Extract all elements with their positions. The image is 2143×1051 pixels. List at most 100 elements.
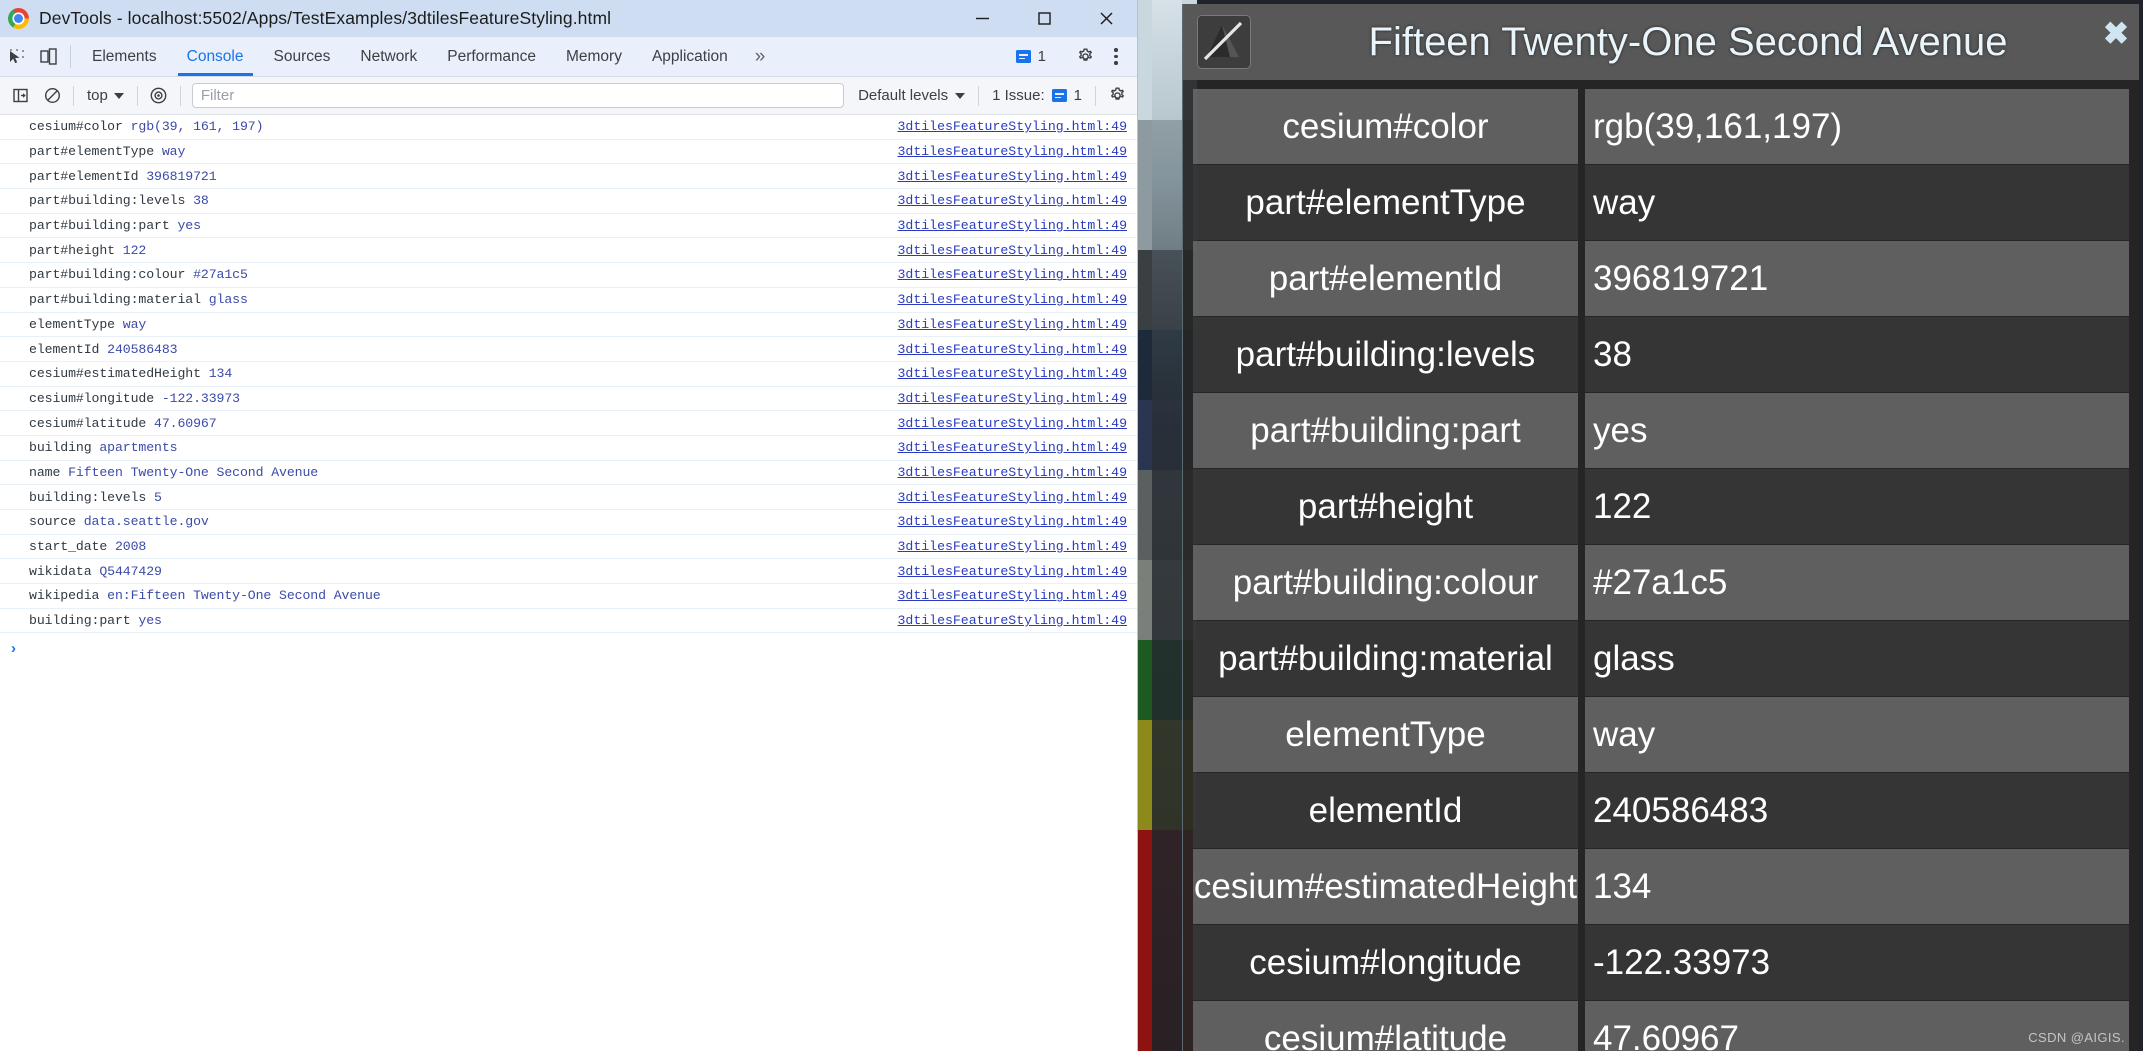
log-value: Fifteen Twenty-One Second Avenue — [68, 464, 319, 480]
kebab-dot — [1114, 48, 1118, 52]
console-log-row[interactable]: cesium#latitude 47.60967 3dtilesFeatureSt… — [0, 411, 1137, 436]
console-source-link[interactable]: 3dtilesFeatureStyling.html:49 — [898, 514, 1128, 529]
console-source-link[interactable]: 3dtilesFeatureStyling.html:49 — [898, 391, 1128, 406]
console-log-row[interactable]: part#elementId 396819721 3dtilesFeatureSt… — [0, 164, 1137, 190]
console-source-link[interactable]: 3dtilesFeatureStyling.html:49 — [898, 366, 1128, 381]
console-source-link[interactable]: 3dtilesFeatureStyling.html:49 — [898, 613, 1128, 628]
chevron-down-icon — [955, 92, 966, 99]
console-log-list[interactable]: cesium#color rgb(39, 161, 197) 3dtilesFea… — [0, 115, 1137, 1051]
log-value: #27a1c5 — [193, 267, 248, 283]
log-value: rgb(39, 161, 197) — [130, 119, 264, 135]
tab-performance[interactable]: Performance — [432, 37, 551, 76]
more-options-icon[interactable] — [1101, 48, 1131, 65]
console-log-row[interactable]: name Fifteen Twenty-One Second Avenue 3dt… — [0, 461, 1137, 486]
close-button[interactable] — [1075, 0, 1137, 37]
log-key: part#elementId — [29, 168, 147, 184]
issues-indicator[interactable]: 1 — [1006, 48, 1056, 65]
clear-console-icon[interactable] — [36, 81, 68, 111]
tab-sources[interactable]: Sources — [259, 37, 346, 76]
console-source-link[interactable]: 3dtilesFeatureStyling.html:49 — [898, 292, 1128, 307]
console-log-message: part#building:part yes — [29, 218, 201, 233]
more-tabs-icon[interactable]: » — [743, 37, 776, 76]
live-expression-eye-icon[interactable] — [143, 81, 175, 111]
console-log-row[interactable]: cesium#longitude -122.33973 3dtilesFeatur… — [0, 387, 1137, 412]
console-settings-gear-icon[interactable] — [1101, 81, 1133, 111]
feature-property-row: part#building:part yes — [1193, 393, 2129, 468]
filter-divider — [73, 85, 74, 106]
log-key: building:levels — [29, 489, 155, 505]
console-log-row[interactable]: building:levels 5 3dtilesFeatureStyling.h… — [0, 485, 1137, 510]
map-buildings-strip-overlay — [1152, 0, 1182, 1051]
console-log-row[interactable]: part#building:levels 38 3dtilesFeatureSty… — [0, 189, 1137, 214]
console-source-link[interactable]: 3dtilesFeatureStyling.html:49 — [898, 539, 1128, 554]
console-source-link[interactable]: 3dtilesFeatureStyling.html:49 — [898, 119, 1128, 134]
log-key: cesium#latitude — [29, 415, 155, 431]
tab-elements[interactable]: Elements — [77, 37, 172, 76]
tab-console[interactable]: Console — [172, 37, 259, 76]
console-log-row[interactable]: part#building:colour #27a1c5 3dtilesFeatu… — [0, 263, 1137, 288]
kebab-dot — [1114, 61, 1118, 65]
log-key: part#building:part — [29, 218, 178, 234]
info-panel-close-icon[interactable]: ✖ — [2103, 18, 2129, 49]
console-source-link[interactable]: 3dtilesFeatureStyling.html:49 — [898, 342, 1128, 357]
console-log-row[interactable]: building apartments 3dtilesFeatureStyling… — [0, 436, 1137, 461]
console-log-row[interactable]: cesium#estimatedHeight 134 3dtilesFeature… — [0, 362, 1137, 387]
inspect-element-icon[interactable] — [0, 37, 32, 76]
execution-context-selector[interactable]: top — [79, 87, 132, 104]
console-log-row[interactable]: part#height 122 3dtilesFeatureStyling.htm… — [0, 238, 1137, 264]
console-log-row[interactable]: wikidata Q5447429 3dtilesFeatureStyling.h… — [0, 559, 1137, 585]
console-source-link[interactable]: 3dtilesFeatureStyling.html:49 — [898, 267, 1128, 282]
log-key: wikidata — [29, 563, 100, 579]
log-key: elementId — [29, 341, 108, 357]
tab-application[interactable]: Application — [637, 37, 743, 76]
console-log-row[interactable]: source data.seattle.gov 3dtilesFeatureSty… — [0, 510, 1137, 535]
screen: DevTools - localhost:5502/Apps/TestExamp… — [0, 0, 2143, 1051]
feature-property-row: part#height 122 — [1193, 469, 2129, 544]
console-sidebar-toggle-icon[interactable] — [4, 81, 36, 111]
tab-bar-actions: 1 — [1006, 37, 1137, 76]
log-level-selector[interactable]: Default levels — [850, 87, 973, 104]
info-panel-title: Fifteen Twenty-One Second Avenue — [1368, 19, 2008, 64]
console-source-link[interactable]: 3dtilesFeatureStyling.html:49 — [898, 218, 1128, 233]
console-log-message: part#elementType way — [29, 144, 185, 159]
console-log-row[interactable]: elementType way 3dtilesFeatureStyling.htm… — [0, 313, 1137, 338]
console-log-row[interactable]: elementId 240586483 3dtilesFeatureStyling… — [0, 337, 1137, 362]
issues-count: 1 — [1037, 48, 1046, 65]
log-key: name — [29, 464, 69, 480]
tab-network[interactable]: Network — [345, 37, 432, 76]
console-source-link[interactable]: 3dtilesFeatureStyling.html:49 — [898, 193, 1128, 208]
console-source-link[interactable]: 3dtilesFeatureStyling.html:49 — [898, 588, 1128, 603]
tab-memory[interactable]: Memory — [551, 37, 637, 76]
console-log-row[interactable]: start_date 2008 3dtilesFeatureStyling.htm… — [0, 535, 1137, 560]
console-log-row[interactable]: wikipedia en:Fifteen Twenty-One Second A… — [0, 584, 1137, 609]
settings-gear-icon[interactable] — [1069, 46, 1101, 67]
console-source-link[interactable]: 3dtilesFeatureStyling.html:49 — [898, 144, 1128, 159]
console-log-message: part#building:material glass — [29, 292, 248, 307]
console-log-row[interactable]: cesium#color rgb(39, 161, 197) 3dtilesFea… — [0, 115, 1137, 140]
console-prompt-row[interactable]: › — [0, 633, 1137, 663]
feature-property-key: part#building:levels — [1193, 317, 1578, 392]
filter-divider-2 — [136, 85, 138, 106]
console-log-message: name Fifteen Twenty-One Second Avenue — [29, 465, 318, 480]
filter-input[interactable] — [191, 83, 845, 108]
feature-property-key: part#building:part — [1193, 393, 1578, 468]
console-source-link[interactable]: 3dtilesFeatureStyling.html:49 — [898, 243, 1128, 258]
console-log-message: start_date 2008 — [29, 539, 146, 554]
console-log-row[interactable]: part#building:part yes 3dtilesFeatureStyl… — [0, 214, 1137, 239]
console-source-link[interactable]: 3dtilesFeatureStyling.html:49 — [898, 564, 1128, 579]
console-source-link[interactable]: 3dtilesFeatureStyling.html:49 — [898, 490, 1128, 505]
log-value: way — [161, 144, 186, 160]
console-log-row[interactable]: building:part yes 3dtilesFeatureStyling.h… — [0, 609, 1137, 634]
device-toolbar-icon[interactable] — [32, 37, 64, 76]
console-source-link[interactable]: 3dtilesFeatureStyling.html:49 — [898, 465, 1128, 480]
console-source-link[interactable]: 3dtilesFeatureStyling.html:49 — [898, 416, 1128, 431]
console-source-link[interactable]: 3dtilesFeatureStyling.html:49 — [898, 169, 1128, 184]
maximize-button[interactable] — [1013, 0, 1075, 37]
console-source-link[interactable]: 3dtilesFeatureStyling.html:49 — [898, 317, 1128, 332]
feature-properties-table: cesium#color rgb(39,161,197) part#elementT… — [1183, 80, 2139, 1051]
minimize-button[interactable] — [951, 0, 1013, 37]
console-source-link[interactable]: 3dtilesFeatureStyling.html:49 — [898, 440, 1128, 455]
issues-bar[interactable]: 1 Issue: 1 — [984, 87, 1090, 104]
console-log-row[interactable]: part#building:material glass 3dtilesFeatu… — [0, 288, 1137, 313]
console-log-row[interactable]: part#elementType way 3dtilesFeatureStylin… — [0, 140, 1137, 165]
